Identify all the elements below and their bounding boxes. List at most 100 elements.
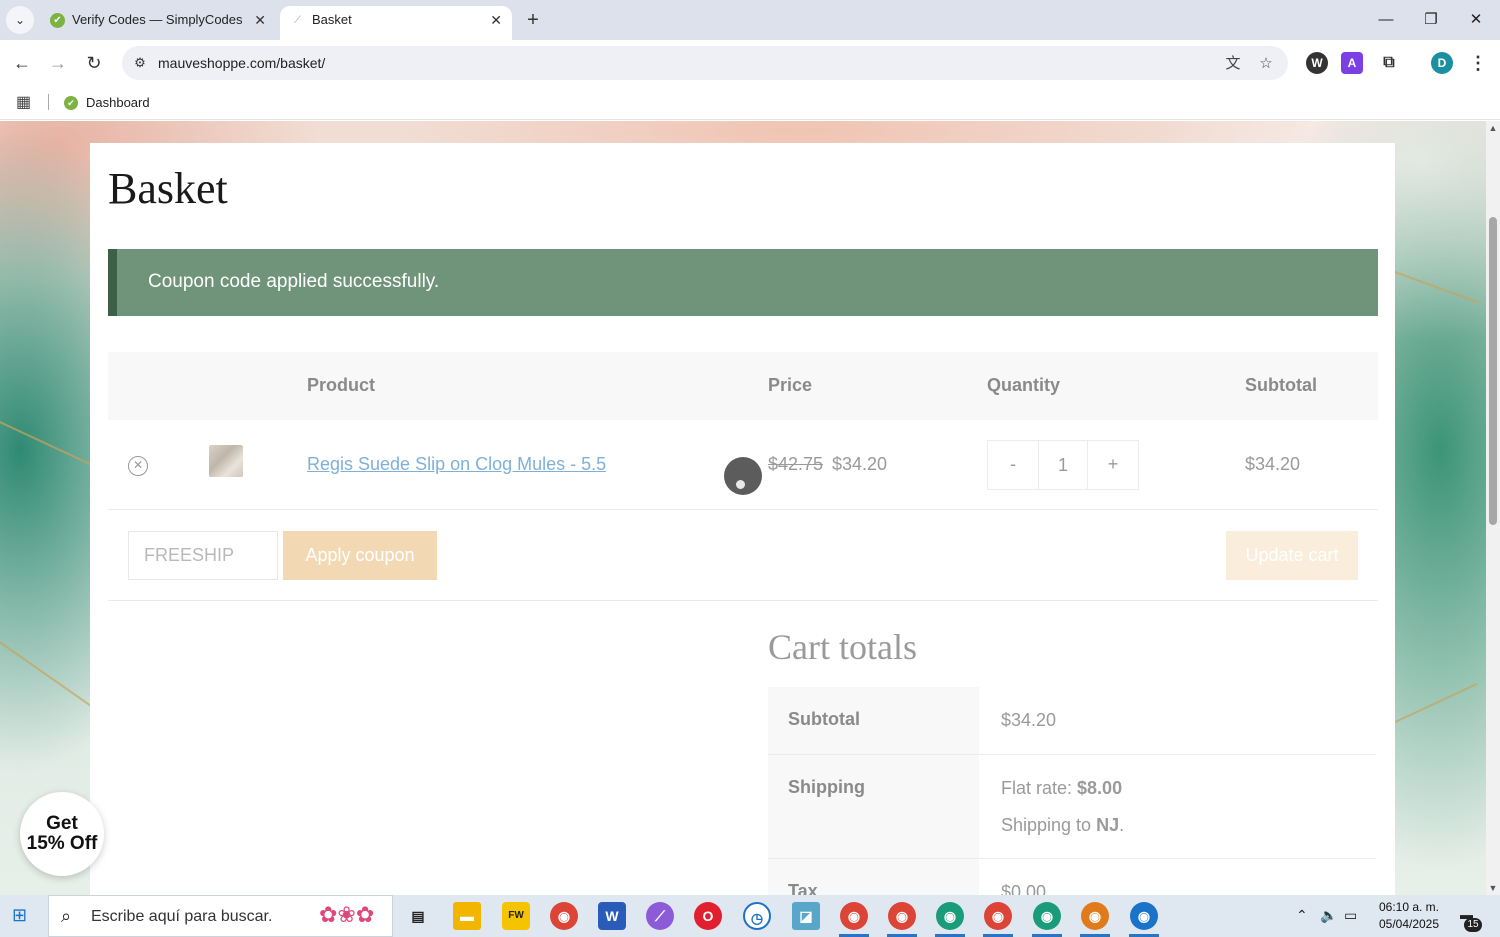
totals-shipping-value: Flat rate: $8.00 Shipping to NJ. [979,755,1376,844]
taskbar-search[interactable]: ⌕ Escribe aquí para buscar. ✿❀✿ [48,895,393,937]
site-info-icon[interactable]: ⚙ [130,53,150,73]
quantity-value[interactable]: 1 [1038,441,1088,489]
tab-search-button[interactable]: ⌄ [6,6,34,34]
cart-table-header: Product Price Quantity Subtotal [108,352,1378,420]
tab-title: Basket [312,12,352,27]
close-window-icon[interactable]: ✕ [1456,6,1496,34]
chrome-icon[interactable]: ◉ [550,902,578,930]
notification-count-badge: 15 [1464,918,1482,932]
chrome-profile-icon[interactable]: ◉ [840,902,868,930]
product-thumbnail[interactable] [209,445,243,477]
minimize-icon[interactable]: — [1366,6,1406,34]
increase-quantity-button[interactable]: + [1088,454,1138,475]
shipping-state: NJ [1096,815,1120,835]
chrome-profile-icon[interactable]: ◉ [1130,902,1158,930]
extension-icon[interactable]: A [1341,52,1363,74]
cart-actions: Apply coupon Update cart [108,510,1378,601]
totals-row-shipping: Shipping Flat rate: $8.00 Shipping to NJ… [768,755,1376,859]
apply-coupon-button[interactable]: Apply coupon [283,531,437,580]
shipping-to-prefix: Shipping to [1001,815,1097,835]
tab-strip: ⌄ ✔ Verify Codes — SimplyCodes ✕ ⟋ Baske… [0,0,1500,40]
cart-item-row: ✕ Regis Suede Slip on Clog Mules - 5.5 $… [108,420,1378,510]
simplycodes-favicon-icon: ✔ [50,13,65,28]
marble-vein [0,641,99,712]
chrome-profile-icon[interactable]: ◉ [1081,902,1109,930]
scroll-thumb[interactable] [1489,217,1497,525]
pen-app-icon[interactable]: ⟋ [646,902,674,930]
bookmark-divider [48,94,49,110]
cart-totals-title: Cart totals [768,627,917,667]
app-icon[interactable]: FW [502,902,530,930]
browser-toolbar: ← → ↻ ⚙ mauveshoppe.com/basket/ 文 ☆ W A … [0,40,1500,86]
totals-row-subtotal: Subtotal $34.20 [768,687,1376,755]
task-view-icon[interactable]: ▤ [404,902,432,930]
item-subtotal: $34.20 [1245,454,1301,474]
extension-icon[interactable]: W [1306,52,1328,74]
totals-subtotal-label: Subtotal [768,687,979,754]
windows-taskbar: ⊞ ⌕ Escribe aquí para buscar. ✿❀✿ ▤ ▬ FW… [0,895,1500,937]
bookmark-star-icon[interactable]: ☆ [1255,53,1277,75]
clock-app-icon[interactable]: ◷ [743,902,771,930]
shipping-method: Flat rate: $8.00 [1001,770,1376,807]
promo-line-2: 15% Off [26,833,98,854]
extensions-puzzle-icon[interactable]: ⧉ [1378,52,1400,74]
url-text[interactable]: mauveshoppe.com/basket/ [158,55,325,71]
tab-simplycodes[interactable]: ✔ Verify Codes — SimplyCodes ✕ [40,6,276,40]
file-explorer-icon[interactable]: ▬ [453,902,481,930]
page-viewport: Basket Coupon code applied successfully.… [0,121,1486,895]
page-title: Basket [108,164,228,213]
tab-basket[interactable]: ⟋ Basket ✕ [280,6,512,40]
tray-chevron-icon[interactable]: ⌃ [1296,907,1308,924]
tab-title: Verify Codes — SimplyCodes [72,12,243,27]
word-icon[interactable]: W [598,902,626,930]
header-quantity: Quantity [987,375,1061,395]
reload-icon[interactable]: ↻ [80,49,108,77]
shipping-cost: $8.00 [1077,778,1123,798]
bookmarks-bar: ▦ ✔ Dashboard [0,86,1500,120]
totals-subtotal-value: $34.20 [1001,710,1057,730]
shipping-method-label: Flat rate: [1001,778,1078,798]
notice-text: Coupon code applied successfully. [148,271,440,292]
opera-icon[interactable]: O [694,902,722,930]
coupon-code-input[interactable] [128,531,278,580]
scroll-up-icon[interactable]: ▲ [1486,121,1500,135]
success-notice: Coupon code applied successfully. [108,249,1378,316]
app-icon[interactable]: ◪ [792,902,820,930]
clock-date: 05/04/2025 [1378,917,1440,931]
system-clock[interactable]: 06:10 a. m. 05/04/2025 [1368,899,1450,933]
quantity-stepper[interactable]: - 1 + [987,440,1139,490]
decrease-quantity-button[interactable]: - [988,454,1038,475]
chrome-profile-icon[interactable]: ◉ [1033,902,1061,930]
close-tab-icon[interactable]: ✕ [254,6,266,34]
update-cart-button[interactable]: Update cart [1226,531,1358,580]
apps-grid-icon[interactable]: ▦ [16,92,36,112]
page-scrollbar[interactable]: ▲ ▼ [1486,121,1500,895]
chrome-profile-icon[interactable]: ◉ [936,902,964,930]
translate-icon[interactable]: 文 [1222,53,1244,75]
network-icon[interactable]: ▭ [1344,907,1357,924]
loading-spinner-icon [724,457,762,495]
discount-popup-button[interactable]: Get 15% Off [20,792,104,876]
browser-menu-icon[interactable]: ⋮ [1467,52,1489,74]
back-icon[interactable]: ← [8,49,36,77]
volume-icon[interactable]: 🔈 [1320,907,1337,924]
windows-start-icon[interactable]: ⊞ [12,905,34,927]
chrome-profile-icon[interactable]: ◉ [984,902,1012,930]
forward-icon[interactable]: → [44,49,72,77]
restore-icon[interactable]: ❐ [1411,6,1451,34]
chrome-profile-icon[interactable]: ◉ [888,902,916,930]
close-tab-icon[interactable]: ✕ [490,6,502,34]
scroll-down-icon[interactable]: ▼ [1486,881,1500,895]
tulips-icon: ✿❀✿ [319,902,375,927]
bookmark-dashboard[interactable]: ✔ Dashboard [64,92,150,114]
remove-item-icon[interactable]: ✕ [128,456,148,476]
product-name-link[interactable]: Regis Suede Slip on Clog Mules - 5.5 [307,454,606,475]
address-bar[interactable]: ⚙ mauveshoppe.com/basket/ 文 ☆ [122,46,1288,80]
marble-vein [1395,682,1478,723]
promo-line-1: Get [46,813,78,834]
new-tab-button[interactable]: + [522,6,544,34]
marble-vein [1394,271,1480,304]
profile-avatar[interactable]: D [1431,52,1453,74]
totals-tax-value: $0.00 [1001,882,1047,895]
shipping-destination: Shipping to NJ. [1001,807,1376,844]
